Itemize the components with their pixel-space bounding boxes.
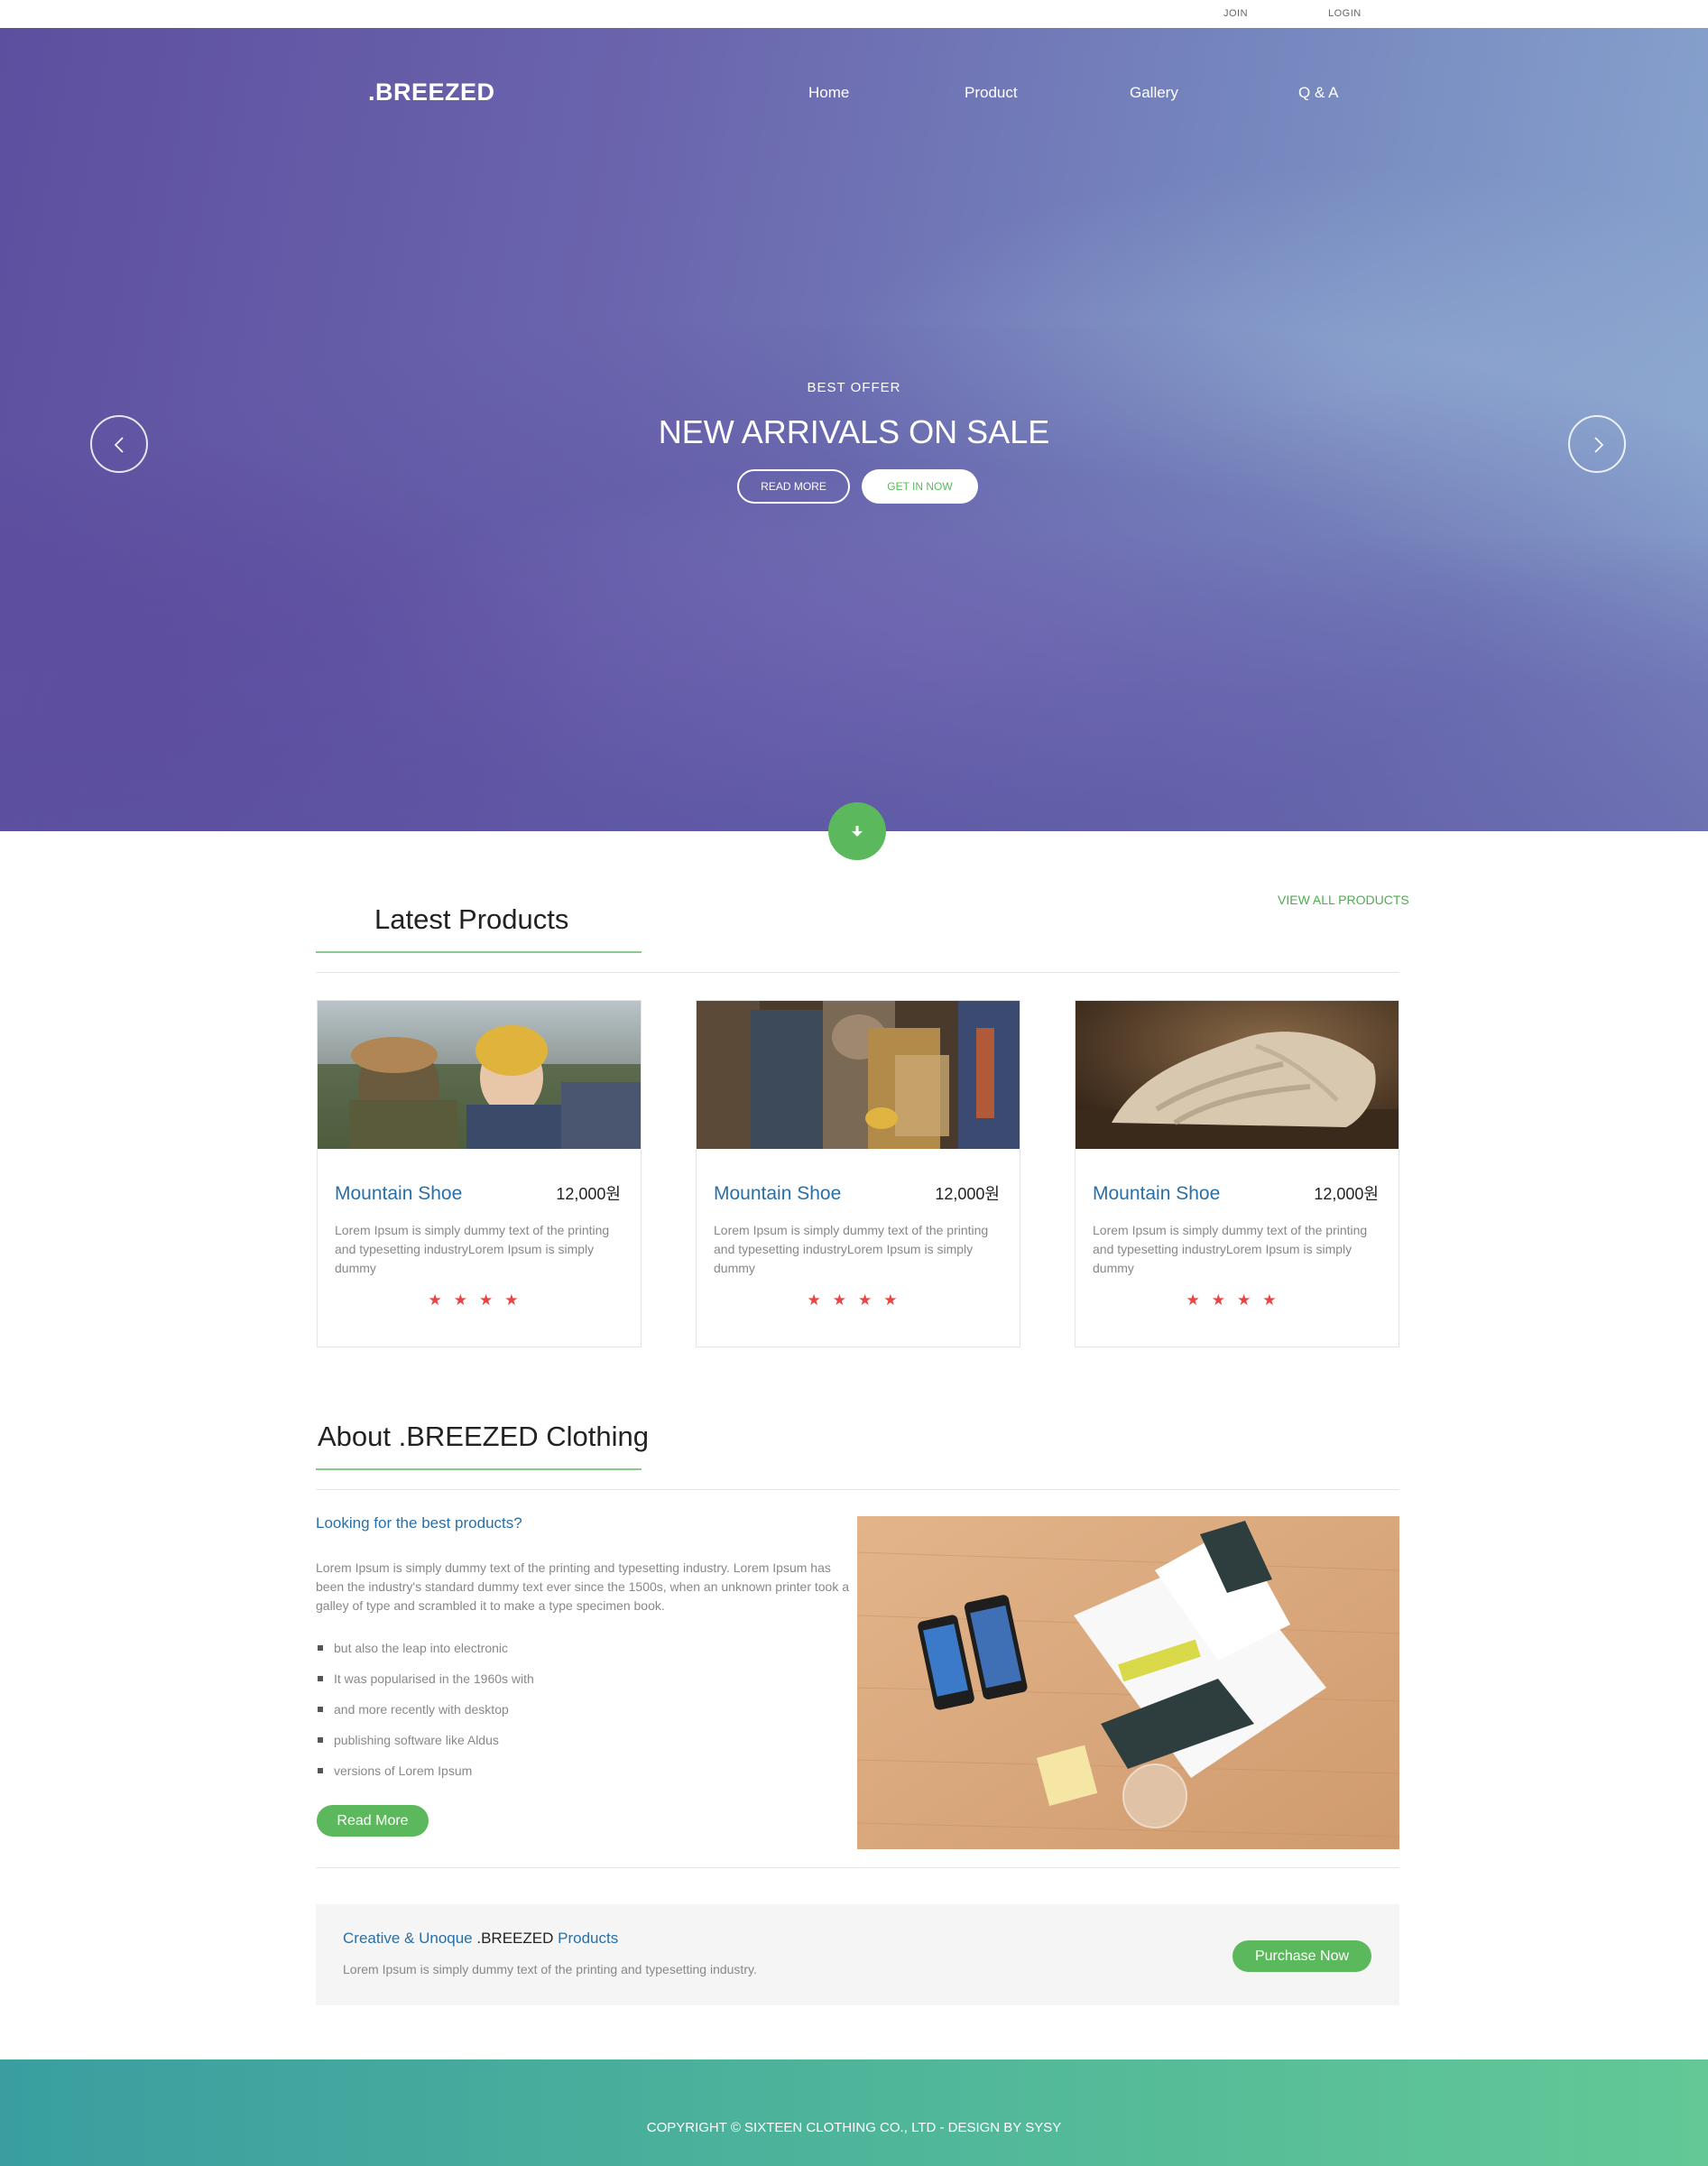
star-icon: ★ xyxy=(807,1291,833,1309)
product-name[interactable]: Mountain Shoe xyxy=(714,1183,841,1205)
star-icon: ★ xyxy=(883,1291,909,1309)
nav-product[interactable]: Product xyxy=(965,84,1018,102)
bullet-icon xyxy=(318,1768,323,1773)
latest-title-underline xyxy=(316,951,642,953)
list-item: but also the leap into electronic xyxy=(318,1639,534,1670)
site-logo[interactable]: .BREEZED xyxy=(368,79,495,106)
product-description: Lorem Ipsum is simply dummy text of the … xyxy=(1093,1223,1368,1275)
nav-qa[interactable]: Q & A xyxy=(1298,84,1338,102)
top-utility-bar: JOIN LOGIN xyxy=(0,0,1708,28)
view-all-products-link[interactable]: VIEW ALL PRODUCTS xyxy=(1278,893,1409,907)
product-name[interactable]: Mountain Shoe xyxy=(1093,1183,1220,1205)
bullet-icon xyxy=(318,1676,323,1681)
footer: COPYRIGHT © SIXTEEN CLOTHING CO., LTD - … xyxy=(0,2060,1708,2166)
about-read-more-button[interactable]: Read More xyxy=(317,1805,429,1837)
slider-prev-button[interactable] xyxy=(90,415,148,473)
product-price: 12,000원 xyxy=(935,1185,1000,1203)
hero-banner: .BREEZED Home Product Gallery Q & A BEST… xyxy=(0,28,1708,831)
product-rating: ★★★★ xyxy=(697,1291,1020,1310)
about-question: Looking for the best products? xyxy=(316,1514,522,1532)
purchase-now-button[interactable]: Purchase Now xyxy=(1233,1940,1371,1972)
product-price: 12,000원 xyxy=(1314,1185,1379,1203)
star-icon: ★ xyxy=(1186,1291,1212,1309)
star-icon: ★ xyxy=(1262,1291,1288,1309)
list-item: and more recently with desktop xyxy=(318,1700,534,1731)
about-image xyxy=(857,1516,1399,1849)
hero-read-more-button[interactable]: READ MORE xyxy=(737,469,850,504)
star-icon: ★ xyxy=(1237,1291,1263,1309)
about-title-underline xyxy=(316,1468,642,1470)
bullet-icon xyxy=(318,1645,323,1651)
chevron-left-icon xyxy=(114,437,124,453)
star-icon: ★ xyxy=(428,1291,454,1309)
about-paragraph: Lorem Ipsum is simply dummy text of the … xyxy=(316,1560,850,1613)
product-image xyxy=(1076,1001,1399,1149)
star-icon: ★ xyxy=(858,1291,884,1309)
section-divider xyxy=(316,972,1399,973)
product-description: Lorem Ipsum is simply dummy text of the … xyxy=(335,1223,610,1275)
bullet-icon xyxy=(318,1707,323,1712)
cta-banner: Creative & Unoque .BREEZED Products Lore… xyxy=(316,1904,1399,2005)
list-item: publishing software like Aldus xyxy=(318,1731,534,1762)
about-feature-list: but also the leap into electronic It was… xyxy=(318,1639,534,1792)
product-card[interactable]: Mountain Shoe 12,000원 Lorem Ipsum is sim… xyxy=(696,1000,1020,1347)
star-icon: ★ xyxy=(504,1291,531,1309)
star-icon: ★ xyxy=(832,1291,858,1309)
product-price: 12,000원 xyxy=(556,1185,621,1203)
hero-get-in-now-button[interactable]: GET IN NOW xyxy=(862,469,978,504)
product-description: Lorem Ipsum is simply dummy text of the … xyxy=(714,1223,989,1275)
arrow-down-icon xyxy=(852,826,863,837)
product-rating: ★★★★ xyxy=(1076,1291,1399,1310)
bullet-icon xyxy=(318,1737,323,1743)
list-item: versions of Lorem Ipsum xyxy=(318,1762,534,1792)
list-item: It was popularised in the 1960s with xyxy=(318,1670,534,1700)
product-name[interactable]: Mountain Shoe xyxy=(335,1183,462,1205)
product-rating: ★★★★ xyxy=(318,1291,641,1310)
copyright-text: COPYRIGHT © SIXTEEN CLOTHING CO., LTD - … xyxy=(646,2120,1062,2135)
cta-title: Creative & Unoque .BREEZED Products xyxy=(343,1930,619,1947)
nav-gallery[interactable]: Gallery xyxy=(1130,84,1178,102)
join-link[interactable]: JOIN xyxy=(1223,8,1248,19)
product-image xyxy=(318,1001,641,1149)
cta-subtitle: Lorem Ipsum is simply dummy text of the … xyxy=(343,1962,757,1976)
product-card[interactable]: Mountain Shoe 12,000원 Lorem Ipsum is sim… xyxy=(1075,1000,1399,1347)
product-image xyxy=(697,1001,1020,1149)
scroll-down-button[interactable] xyxy=(828,802,886,860)
nav-home[interactable]: Home xyxy=(808,84,849,102)
star-icon: ★ xyxy=(453,1291,479,1309)
section-divider xyxy=(316,1489,1399,1490)
star-icon: ★ xyxy=(479,1291,505,1309)
about-title: About .BREEZED Clothing xyxy=(318,1421,650,1452)
star-icon: ★ xyxy=(1211,1291,1237,1309)
section-divider xyxy=(316,1867,1399,1868)
latest-products-title: Latest Products xyxy=(374,903,569,935)
login-link[interactable]: LOGIN xyxy=(1328,8,1362,19)
slider-next-button[interactable] xyxy=(1568,415,1626,473)
hero-title: NEW ARRIVALS ON SALE xyxy=(658,413,1050,450)
product-card[interactable]: Mountain Shoe 12,000원 Lorem Ipsum is sim… xyxy=(317,1000,642,1347)
hero-kicker: BEST OFFER xyxy=(807,380,901,395)
chevron-right-icon xyxy=(1594,437,1604,453)
